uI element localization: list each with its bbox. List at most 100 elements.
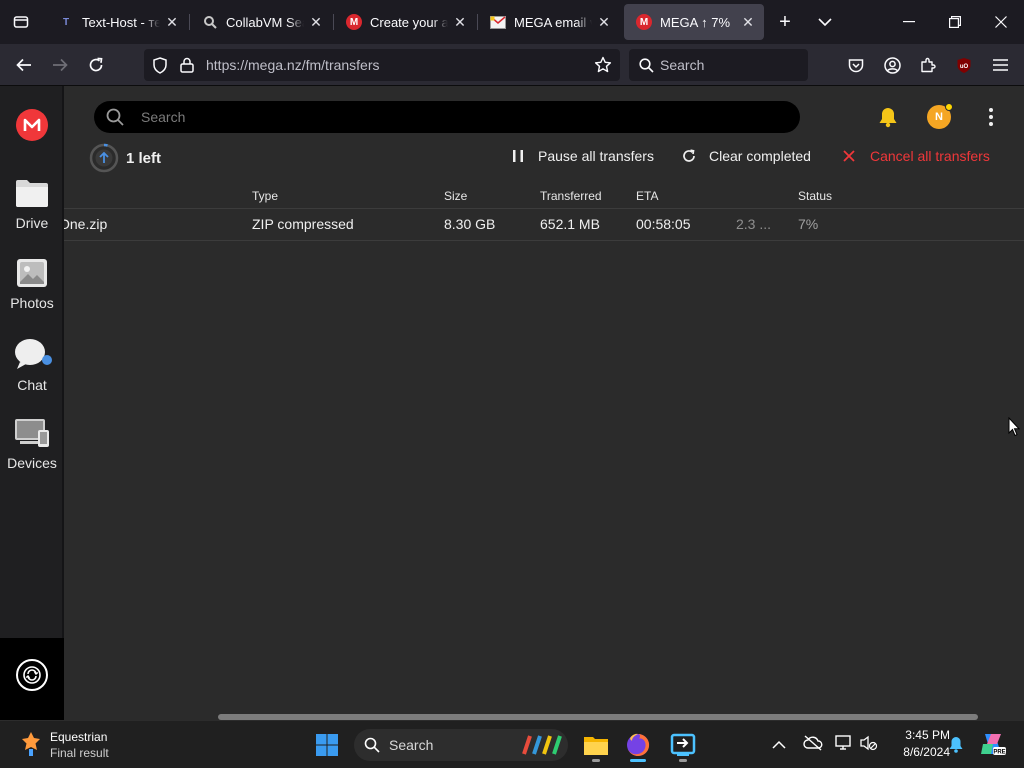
refresh-icon [683, 149, 695, 162]
sidebar-item-chat[interactable]: Chat [0, 338, 64, 393]
firefox-icon [627, 733, 650, 756]
mega-logo-icon[interactable] [16, 109, 48, 141]
puzzle-icon [921, 57, 936, 73]
taskbar-search[interactable]: Search [354, 729, 568, 761]
show-hidden-icons-button[interactable] [772, 737, 786, 755]
firefox-button[interactable] [622, 729, 654, 762]
sidebar-item-drive[interactable]: Drive [0, 178, 64, 231]
sidebar-item-devices[interactable]: Devices [0, 418, 64, 471]
chat-icon [15, 339, 52, 369]
file-explorer-icon [584, 737, 608, 755]
mega-search-input[interactable]: Search [94, 101, 800, 133]
column-header-transferred[interactable]: Transferred [540, 189, 602, 203]
weather-title: Equestrian [50, 730, 108, 744]
close-icon[interactable]: ✕ [596, 14, 612, 31]
tab-title: MEGA email verification [514, 14, 592, 30]
search-icon [364, 737, 380, 753]
notification-center-button[interactable] [948, 736, 964, 758]
tab-overview-button[interactable] [0, 0, 42, 44]
shield-icon[interactable] [152, 57, 168, 74]
transfer-progress-indicator [89, 143, 119, 178]
monitor-network-icon [835, 735, 851, 750]
forward-button[interactable] [45, 50, 75, 80]
onedrive-button[interactable] [803, 735, 823, 756]
file-name-cell: One.zip [64, 209, 244, 240]
browser-search-bar[interactable]: Search [629, 49, 808, 81]
tab-strip: T Text-Host - текст ✕ CollabVM SearXNG ✕… [0, 0, 1024, 44]
star-icon[interactable] [594, 56, 612, 74]
close-icon[interactable]: ✕ [308, 14, 324, 31]
column-header-status[interactable]: Status [798, 189, 832, 203]
extensions-button[interactable] [913, 50, 943, 80]
column-header-type[interactable]: Type [252, 189, 278, 203]
pause-icon [513, 150, 523, 162]
close-icon[interactable]: ✕ [740, 14, 756, 31]
close-icon[interactable]: ✕ [452, 14, 468, 31]
backup-sync-icon[interactable] [16, 659, 48, 691]
notifications-button[interactable] [877, 106, 899, 133]
transfer-speed: 2.3 ... [736, 216, 772, 232]
column-header-eta[interactable]: ETA [636, 189, 658, 203]
search-icon [106, 108, 124, 126]
close-icon[interactable]: ✕ [164, 14, 180, 31]
list-all-tabs-button[interactable] [806, 0, 844, 44]
network-button[interactable] [835, 735, 853, 756]
minimize-icon [903, 21, 915, 23]
column-header-size[interactable]: Size [444, 189, 467, 203]
browser-search-placeholder: Search [660, 57, 705, 73]
mega-icon: M [636, 14, 652, 30]
weather-subtitle: Final result [50, 746, 109, 760]
bell-icon [949, 737, 963, 753]
reload-button[interactable] [81, 50, 111, 80]
transferred-amount: 652.1 MB [540, 216, 600, 232]
close-icon [843, 150, 855, 162]
weather-widget[interactable]: Equestrian Final result [16, 729, 176, 761]
search-highlight-icon [522, 735, 562, 755]
pocket-button[interactable] [841, 50, 871, 80]
new-tab-button[interactable]: + [766, 0, 804, 44]
windows-taskbar: Equestrian Final result Search 3:45 PM 8… [0, 720, 1024, 768]
cancel-all-transfers-button[interactable]: Cancel all transfers [843, 147, 990, 165]
plus-icon: + [779, 10, 791, 33]
ublock-button[interactable]: uO [949, 50, 979, 80]
account-icon [883, 56, 901, 74]
tab-mega-email[interactable]: MEGA email verification ✕ [478, 4, 620, 40]
start-button[interactable] [311, 729, 343, 761]
hamburger-icon [992, 59, 1008, 71]
minimize-button[interactable] [886, 0, 932, 44]
file-explorer-button[interactable] [580, 729, 612, 762]
clock[interactable]: 3:45 PM 8/6/2024 [888, 728, 950, 759]
tab-title: MEGA ↑ 7% [660, 14, 731, 30]
restore-button[interactable] [932, 0, 978, 44]
close-icon [995, 16, 1007, 28]
windows-logo-icon [316, 734, 338, 756]
volume-button[interactable] [860, 735, 878, 756]
account-button[interactable] [877, 50, 907, 80]
url-bar[interactable]: https://mega.nz/fm/transfers [144, 49, 620, 81]
pocket-icon [848, 58, 864, 72]
lock-icon[interactable] [180, 57, 194, 73]
avatar-status-dot [945, 103, 953, 111]
sidebar-item-photos[interactable]: Photos [0, 258, 64, 311]
mega-search-placeholder: Search [141, 109, 186, 125]
app-menu-button[interactable] [985, 50, 1015, 80]
taskbar-search-placeholder: Search [389, 737, 434, 753]
tab-text-host[interactable]: T Text-Host - текст ✕ [46, 4, 188, 40]
cancel-all-label: Cancel all transfers [870, 148, 990, 164]
remote-desktop-button[interactable] [667, 729, 699, 762]
clear-completed-label: Clear completed [709, 148, 811, 164]
table-row[interactable]: One.zip ZIP compressed 8.30 GB 652.1 MB … [64, 209, 1024, 241]
mega-sidebar: Drive Photos Chat Devices [0, 86, 64, 720]
tab-mega-active[interactable]: M MEGA ↑ 7% ✕ [624, 4, 764, 40]
copilot-button[interactable]: PRE [979, 730, 1007, 763]
more-options-button[interactable] [988, 107, 994, 132]
tab-create-account[interactable]: M Create your account ✕ [334, 4, 476, 40]
url-text[interactable]: https://mega.nz/fm/transfers [206, 57, 380, 73]
searxng-icon [202, 14, 218, 30]
pause-all-transfers-button[interactable]: Pause all transfers [512, 147, 654, 165]
tab-searxng[interactable]: CollabVM SearXNG ✕ [190, 4, 332, 40]
clock-date: 8/6/2024 [903, 745, 950, 759]
back-button[interactable] [9, 50, 39, 80]
clear-completed-button[interactable]: Clear completed [682, 147, 811, 165]
close-window-button[interactable] [978, 0, 1024, 44]
